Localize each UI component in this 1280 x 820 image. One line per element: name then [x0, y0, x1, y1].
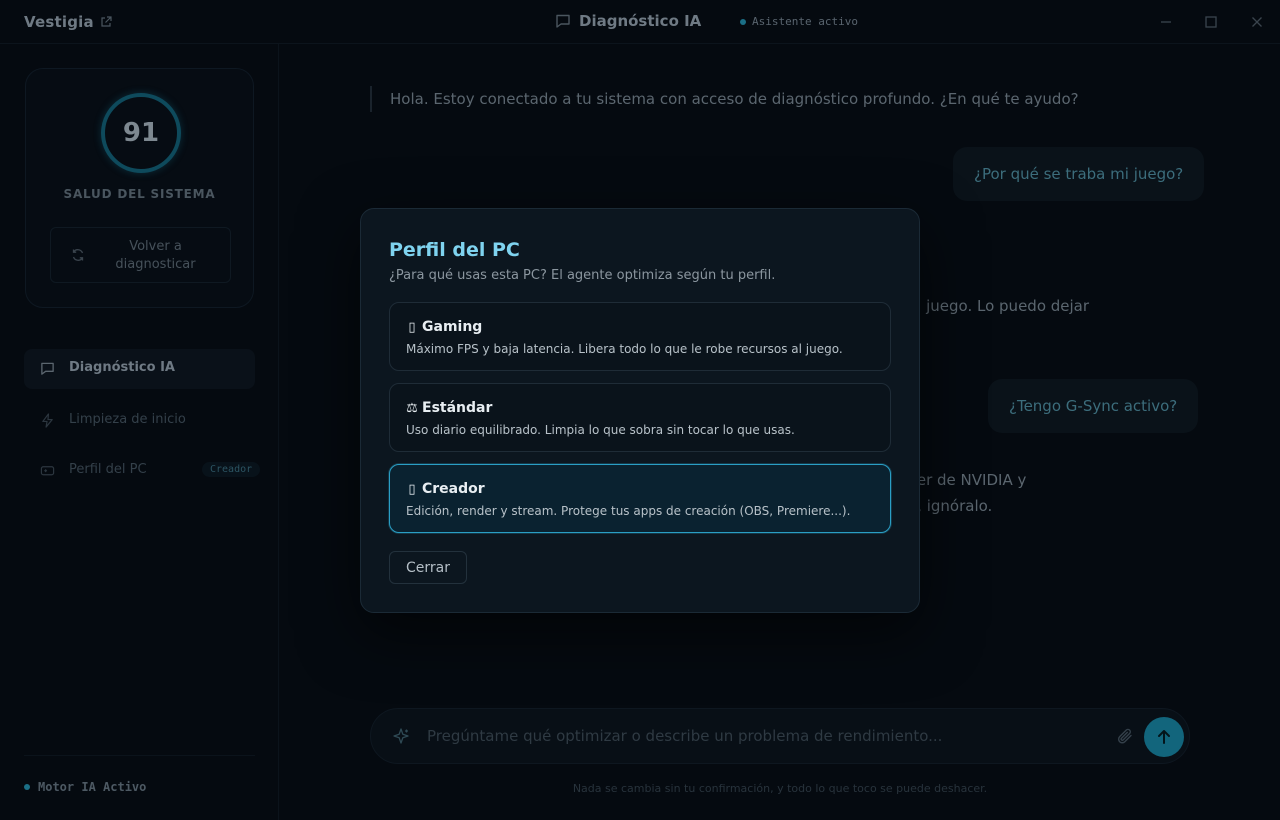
- option-label: Estándar: [422, 400, 493, 416]
- modal-subtitle: ¿Para qué usas esta PC? El agente optimi…: [389, 268, 776, 283]
- option-description: Uso diario equilibrado. Limpia lo que so…: [406, 423, 795, 437]
- profile-option-creador[interactable]: ▯ Creador Edición, render y stream. Prot…: [389, 464, 891, 533]
- option-description: Edición, render y stream. Protege tus ap…: [406, 504, 851, 518]
- profile-modal: Perfil del PC ¿Para qué usas esta PC? El…: [360, 208, 920, 613]
- profile-option-estandar[interactable]: ⚖ Estándar Uso diario equilibrado. Limpi…: [389, 383, 891, 452]
- gaming-icon: ▯: [408, 319, 416, 335]
- option-header: ▯ Creador: [406, 481, 485, 497]
- modal-title: Perfil del PC: [389, 239, 520, 261]
- close-modal-button[interactable]: Cerrar: [389, 551, 467, 584]
- option-description: Máximo FPS y baja latencia. Libera todo …: [406, 342, 843, 356]
- option-header: ▯ Gaming: [406, 319, 482, 335]
- creator-icon: ▯: [408, 481, 416, 497]
- option-label: Creador: [422, 481, 485, 497]
- option-label: Gaming: [422, 319, 483, 335]
- profile-option-gaming[interactable]: ▯ Gaming Máximo FPS y baja latencia. Lib…: [389, 302, 891, 371]
- option-header: ⚖ Estándar: [406, 400, 492, 416]
- modal-backdrop[interactable]: Perfil del PC ¿Para qué usas esta PC? El…: [0, 0, 1280, 820]
- scales-icon: ⚖: [406, 400, 418, 416]
